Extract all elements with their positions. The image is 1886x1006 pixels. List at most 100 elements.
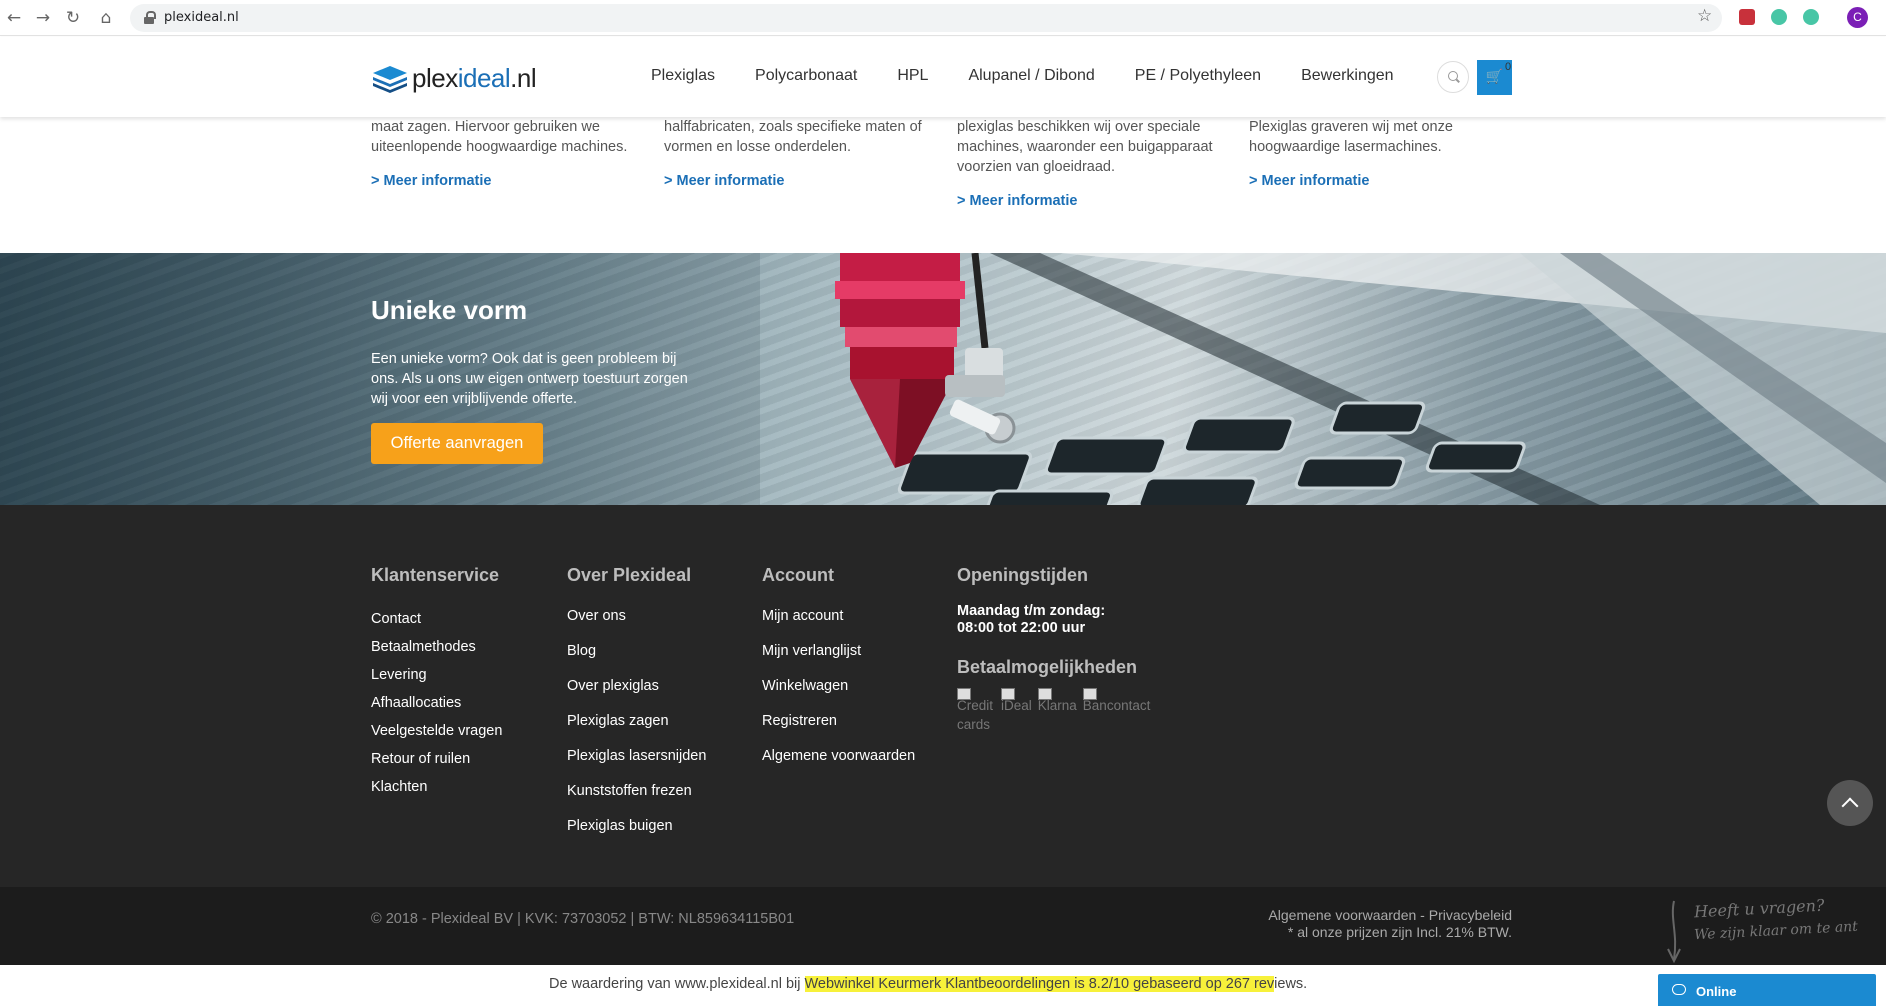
footer-link-mijn-account[interactable]: Mijn account — [762, 599, 915, 634]
hero-text: Een unieke vorm? Ook dat is geen problee… — [371, 351, 688, 407]
footer-link-kunststoffen-frezen[interactable]: Kunststoffen frezen — [567, 774, 706, 809]
footer-klantenservice: Klantenservice Contact Betaalmethodes Le… — [371, 565, 502, 801]
footer-link-blog[interactable]: Blog — [567, 634, 706, 669]
footer-heading-klantenservice: Klantenservice — [371, 565, 500, 585]
address-bar[interactable]: plexideal.nl — [130, 4, 1722, 32]
logo-text-plex: plex — [412, 62, 458, 93]
arrow-down-icon — [1667, 900, 1681, 964]
payment-ideal: iDeal — [1001, 688, 1032, 734]
chat-hint-answer: We zijn klaar om te ant — [1693, 918, 1859, 944]
footer-link-contact[interactable]: Contact — [371, 605, 502, 633]
site-header: plexideal.nl Plexiglas Polycarbonaat HPL… — [0, 37, 1886, 117]
payment-label: Bancontact — [1082, 698, 1151, 713]
chat-online-label: Online — [1696, 984, 1737, 999]
payment-label: iDeal — [1001, 698, 1032, 713]
nav-plexiglas[interactable]: Plexiglas — [651, 67, 715, 85]
footer-heading-account: Account — [762, 565, 834, 585]
payment-credit-cards: Credit cards — [957, 688, 995, 734]
legal-links-line[interactable]: Algemene voorwaarden - Privacybeleid — [1268, 907, 1512, 924]
meer-informatie-link-buigen[interactable]: > Meer informatie — [957, 191, 1227, 211]
forward-icon[interactable]: → — [33, 8, 53, 28]
review-strip: De waardering van www.plexideal.nl bij W… — [0, 965, 1886, 1006]
info-text: halffabricaten, zoals specifieke maten o… — [664, 119, 922, 155]
opening-hours-days: Maandag t/m zondag: — [957, 603, 1106, 619]
footer-heading-betaalmogelijkheden: Betaalmogelijkheden — [957, 657, 1138, 677]
chat-hint-question: Heeft u vragen? — [1693, 895, 1825, 922]
profile-avatar[interactable]: C — [1847, 7, 1868, 28]
extension-green-2-icon[interactable] — [1803, 9, 1819, 25]
footer-link-plexiglas-lasersnijden[interactable]: Plexiglas lasersnijden — [567, 739, 706, 774]
bookmark-star-icon[interactable]: ☆ — [1697, 6, 1712, 26]
payment-label: Credit cards — [957, 698, 994, 732]
footer-link-over-plexiglas[interactable]: Over plexiglas — [567, 669, 706, 704]
cart-count-badge: 0 — [1505, 61, 1512, 73]
footer-link-afhaallocaties[interactable]: Afhaallocaties — [371, 689, 502, 717]
logo-text-ideal: ideal — [457, 62, 511, 93]
footer-over-plexideal: Over Plexideal Over ons Blog Over plexig… — [567, 565, 706, 844]
price-note: * al onze prijzen zijn Incl. 21% BTW. — [1287, 924, 1512, 940]
footer-account: Account Mijn account Mijn verlanglijst W… — [762, 565, 915, 774]
extension-lastpass-icon[interactable] — [1739, 9, 1755, 25]
site-logo[interactable]: plexideal.nl — [371, 61, 537, 95]
review-text: De waardering van www.plexideal.nl bij W… — [549, 976, 1307, 992]
copyright-text: © 2018 - Plexideal BV | KVK: 73703052 | … — [371, 911, 795, 927]
chat-hint: Heeft u vragen? We zijn klaar om te ant — [1660, 895, 1886, 965]
footer-openingstijden: Openingstijden Maandag t/m zondag: 08:00… — [957, 565, 1156, 734]
home-icon[interactable]: ⌂ — [96, 8, 116, 28]
main-nav: Plexiglas Polycarbonaat HPL Alupanel / D… — [651, 67, 1434, 85]
meer-informatie-link-zagen[interactable]: > Meer informatie — [371, 171, 641, 191]
logo-text-nl: .nl — [510, 62, 537, 93]
payment-klarna: Klarna — [1037, 688, 1077, 734]
footer-link-klachten[interactable]: Klachten — [371, 773, 502, 801]
review-text-prefix: De waardering van www.plexideal.nl bij — [549, 976, 805, 992]
review-text-highlight[interactable]: Webwinkel Keurmerk Klantbeoordelingen is… — [804, 976, 1275, 992]
back-icon[interactable]: ← — [4, 8, 24, 28]
info-column-zagen: maat zagen. Hiervoor gebruiken we uiteen… — [371, 117, 641, 191]
footer-link-mijn-verlanglijst[interactable]: Mijn verlanglijst — [762, 634, 915, 669]
chat-online-button[interactable]: Online — [1658, 974, 1876, 1006]
cart-icon: 🛒 — [1485, 69, 1504, 85]
footer-heading-openingstijden: Openingstijden — [957, 565, 1089, 585]
footer-link-veelgestelde-vragen[interactable]: Veelgestelde vragen — [371, 717, 502, 745]
footer-link-retour-of-ruilen[interactable]: Retour of ruilen — [371, 745, 502, 773]
address-url[interactable]: plexideal.nl — [164, 10, 239, 25]
info-text: maat zagen. Hiervoor gebruiken we uiteen… — [371, 119, 628, 155]
payment-methods: Credit cards iDeal Klarna Bancontact — [957, 688, 1156, 734]
nav-bewerkingen[interactable]: Bewerkingen — [1301, 67, 1394, 85]
reload-icon[interactable]: ↻ — [63, 8, 83, 28]
footer-link-winkelwagen[interactable]: Winkelwagen — [762, 669, 915, 704]
info-column-graveren: Plexiglas graveren wij met onze hoogwaar… — [1249, 117, 1519, 191]
nav-alupanel-dibond[interactable]: Alupanel / Dibond — [968, 67, 1094, 85]
nav-hpl[interactable]: HPL — [897, 67, 928, 85]
nav-polycarbonaat[interactable]: Polycarbonaat — [755, 67, 857, 85]
payment-label: Klarna — [1037, 698, 1077, 713]
meer-informatie-link-halffabricaten[interactable]: > Meer informatie — [664, 171, 934, 191]
info-text: plexiglas beschikken wij over speciale m… — [957, 119, 1213, 175]
info-text: Plexiglas graveren wij met onze hoogwaar… — [1249, 119, 1453, 155]
footer-link-over-ons[interactable]: Over ons — [567, 599, 706, 634]
legal-links: Algemene voorwaarden - Privacybeleid * a… — [1268, 907, 1512, 941]
meer-informatie-link-graveren[interactable]: > Meer informatie — [1249, 171, 1519, 191]
footer-link-betaalmethodes[interactable]: Betaalmethodes — [371, 633, 502, 661]
logo-icon — [373, 66, 407, 93]
footer-bottom-bar: © 2018 - Plexideal BV | KVK: 73703052 | … — [0, 887, 1886, 965]
opening-hours-times: 08:00 tot 22:00 uur — [957, 620, 1086, 636]
info-column-buigen: plexiglas beschikken wij over speciale m… — [957, 117, 1227, 211]
chat-bubble-icon — [1672, 984, 1686, 995]
payment-bancontact: Bancontact — [1082, 688, 1151, 734]
offerte-aanvragen-button[interactable]: Offerte aanvragen — [371, 423, 543, 464]
footer-link-plexiglas-buigen[interactable]: Plexiglas buigen — [567, 809, 706, 844]
extension-green-icon[interactable] — [1771, 9, 1787, 25]
footer-heading-over-plexideal: Over Plexideal — [567, 565, 692, 585]
hero-banner: Unieke vorm Een unieke vorm? Ook dat is … — [0, 253, 1886, 505]
footer-link-algemene-voorwaarden[interactable]: Algemene voorwaarden — [762, 739, 915, 774]
nav-pe-polyethyleen[interactable]: PE / Polyethyleen — [1135, 67, 1261, 85]
search-icon[interactable] — [1437, 61, 1469, 93]
footer-link-plexiglas-zagen[interactable]: Plexiglas zagen — [567, 704, 706, 739]
lock-icon — [144, 11, 156, 24]
footer-link-registreren[interactable]: Registreren — [762, 704, 915, 739]
info-column-halffabricaten: halffabricaten, zoals specifieke maten o… — [664, 117, 934, 191]
scroll-to-top-button[interactable] — [1827, 780, 1873, 826]
footer-link-levering[interactable]: Levering — [371, 661, 502, 689]
review-text-suffix: iews. — [1274, 976, 1308, 992]
